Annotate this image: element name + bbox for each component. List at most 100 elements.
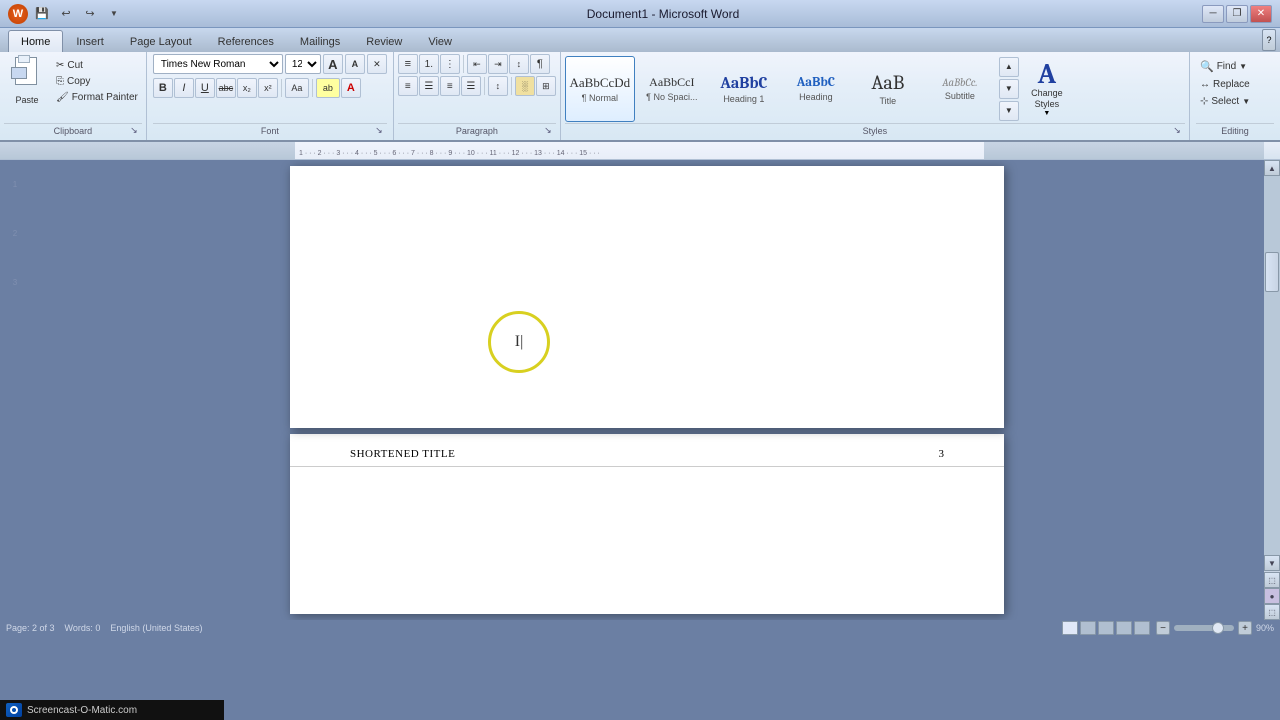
- styles-dialog-launcher[interactable]: ↘: [1171, 124, 1183, 136]
- sep1: [281, 79, 282, 97]
- clipboard-content: Paste ✂ Cut ⎘ Copy 🖌 Format Painter: [4, 54, 142, 123]
- increase-indent-button[interactable]: ⇥: [488, 54, 508, 74]
- full-screen-button[interactable]: [1080, 621, 1096, 635]
- zoom-plus-button[interactable]: +: [1238, 621, 1252, 635]
- superscript-button[interactable]: x²: [258, 78, 278, 98]
- style-subtitle-box[interactable]: AaBbCc. Subtitle: [925, 56, 995, 122]
- style-no-spacing-box[interactable]: AaBbCcI ¶ No Spaci...: [637, 56, 707, 122]
- justify-button[interactable]: ☰: [461, 76, 481, 96]
- underline-button[interactable]: U: [195, 78, 215, 98]
- tab-references[interactable]: References: [205, 30, 287, 52]
- style-title-box[interactable]: AaB Title: [853, 56, 923, 122]
- help-button[interactable]: ?: [1262, 29, 1276, 51]
- scroll-thumb[interactable]: [1265, 252, 1279, 292]
- border-button[interactable]: ⊞: [536, 76, 556, 96]
- find-button[interactable]: 🔍 Find ▼: [1196, 58, 1274, 75]
- paste-label: Paste: [15, 95, 38, 105]
- line-spacing-button[interactable]: ↕: [488, 76, 508, 96]
- tab-page-layout[interactable]: Page Layout: [117, 30, 205, 52]
- sort-button[interactable]: ↕: [509, 54, 529, 74]
- page-1: I|: [290, 166, 1004, 428]
- style-title-label: Title: [880, 96, 897, 106]
- tab-insert[interactable]: Insert: [63, 30, 117, 52]
- qat-redo[interactable]: ↪: [80, 5, 100, 23]
- shading-button[interactable]: ░: [515, 76, 535, 96]
- qat-undo[interactable]: ↩: [56, 5, 76, 23]
- clear-format-button[interactable]: ✕: [367, 54, 387, 74]
- style-normal-box[interactable]: AaBbCcDd ¶ Normal: [565, 56, 635, 122]
- scroll-up-button[interactable]: ▲: [1264, 160, 1280, 176]
- strikethrough-button[interactable]: abc: [216, 78, 236, 98]
- show-marks-button[interactable]: ¶: [530, 54, 550, 74]
- font-shrink-button[interactable]: A: [345, 54, 365, 74]
- clipboard-dialog-launcher[interactable]: ↘: [128, 124, 140, 136]
- browse-next-button[interactable]: ⬚: [1264, 604, 1280, 620]
- zoom-thumb[interactable]: [1212, 622, 1224, 634]
- qat-save[interactable]: 💾: [32, 5, 52, 23]
- decrease-indent-button[interactable]: ⇤: [467, 54, 487, 74]
- align-center-button[interactable]: ☰: [419, 76, 439, 96]
- tab-mailings[interactable]: Mailings: [287, 30, 353, 52]
- styles-down-button[interactable]: ▼: [999, 79, 1019, 99]
- italic-button[interactable]: I: [174, 78, 194, 98]
- font-family-select[interactable]: Times New Roman: [153, 54, 283, 74]
- word-logo: W: [8, 4, 28, 24]
- tab-home[interactable]: Home: [8, 30, 63, 52]
- font-size-select[interactable]: 12: [285, 54, 321, 74]
- close-button[interactable]: ✕: [1250, 5, 1272, 23]
- tab-view[interactable]: View: [415, 30, 465, 52]
- font-color-button[interactable]: A: [341, 78, 361, 98]
- qat-dropdown[interactable]: ▼: [104, 5, 124, 23]
- replace-button[interactable]: ↔ Replace: [1196, 77, 1274, 92]
- zoom-level: 90%: [1256, 623, 1274, 633]
- bold-button[interactable]: B: [153, 78, 173, 98]
- web-layout-button[interactable]: [1098, 621, 1114, 635]
- zoom-slider[interactable]: [1174, 625, 1234, 631]
- ruler-content[interactable]: 1 · · · 2 · · · 3 · · · 4 · · · 5 · · · …: [295, 142, 984, 159]
- print-layout-button[interactable]: [1062, 621, 1078, 635]
- change-styles-label: ChangeStyles: [1031, 88, 1063, 110]
- scroll-down-button[interactable]: ▼: [1264, 555, 1280, 571]
- text-highlight-button[interactable]: ab: [316, 78, 340, 98]
- ribbon: Paste ✂ Cut ⎘ Copy 🖌 Format Painter: [0, 52, 1280, 142]
- cut-button[interactable]: ✂ Cut: [52, 58, 142, 73]
- paragraph-dialog-launcher[interactable]: ↘: [542, 124, 554, 136]
- restore-button[interactable]: ❐: [1226, 5, 1248, 23]
- document-area[interactable]: I| SHORTENED TITLE 3: [30, 160, 1264, 620]
- numbered-list-button[interactable]: 1.: [419, 54, 439, 74]
- outline-button[interactable]: [1116, 621, 1132, 635]
- style-heading1-box[interactable]: AaBbC Heading 1: [709, 56, 779, 122]
- select-button[interactable]: ⊹ Select ▼: [1196, 94, 1274, 109]
- bullet-list-button[interactable]: ≡: [398, 54, 418, 74]
- title-bar: W 💾 ↩ ↪ ▼ Document1 - Microsoft Word ─ ❐…: [0, 0, 1280, 28]
- align-right-button[interactable]: ≡: [440, 76, 460, 96]
- font-dialog-launcher[interactable]: ↘: [373, 124, 385, 136]
- browse-prev-button[interactable]: ⬚: [1264, 572, 1280, 588]
- styles-more-button[interactable]: ▼: [999, 101, 1019, 121]
- header-title: SHORTENED TITLE: [350, 448, 455, 460]
- find-icon: 🔍: [1200, 60, 1214, 73]
- vertical-scrollbar[interactable]: ▲ ▼ ⬚ ● ⬚: [1264, 160, 1280, 620]
- format-painter-icon: 🖌: [56, 92, 69, 103]
- styles-up-button[interactable]: ▲: [999, 57, 1019, 77]
- align-left-button[interactable]: ≡: [398, 76, 418, 96]
- font-grow-button[interactable]: A: [323, 54, 343, 74]
- zoom-minus-button[interactable]: −: [1156, 621, 1170, 635]
- font-group: Times New Roman 12 A A ✕ B I U abc x₂: [147, 52, 394, 140]
- change-styles-button[interactable]: A ChangeStyles ▼: [1021, 57, 1073, 120]
- subscript-button[interactable]: x₂: [237, 78, 257, 98]
- draft-button[interactable]: [1134, 621, 1150, 635]
- ribbon-content: Paste ✂ Cut ⎘ Copy 🖌 Format Painter: [0, 52, 1280, 140]
- cursor-indicator: I|: [488, 311, 550, 373]
- format-painter-button[interactable]: 🖌 Format Painter: [52, 90, 142, 105]
- scroll-track[interactable]: [1264, 176, 1280, 555]
- paste-button[interactable]: Paste: [4, 54, 50, 108]
- browse-select-button[interactable]: ●: [1264, 588, 1280, 604]
- multilevel-list-button[interactable]: ⋮: [440, 54, 460, 74]
- cut-icon: ✂: [56, 60, 64, 71]
- tab-review[interactable]: Review: [353, 30, 415, 52]
- copy-button[interactable]: ⎘ Copy: [52, 74, 142, 89]
- minimize-button[interactable]: ─: [1202, 5, 1224, 23]
- style-heading2-box[interactable]: AaBbC Heading: [781, 56, 851, 122]
- change-case-button[interactable]: Aa: [285, 78, 309, 98]
